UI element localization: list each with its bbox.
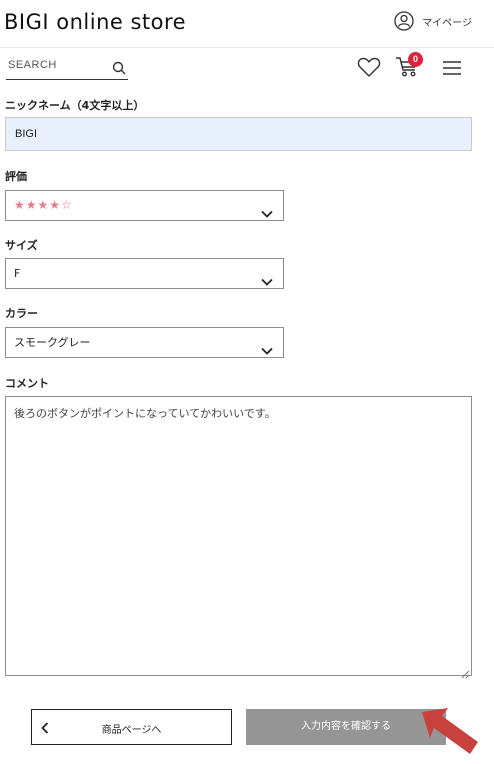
search-input[interactable] <box>8 59 108 71</box>
color-label: カラー <box>5 307 38 320</box>
rating-select[interactable]: ★★★★☆ <box>5 190 284 221</box>
heart-icon[interactable] <box>357 56 381 82</box>
nickname-input[interactable] <box>5 117 472 151</box>
rating-label: 評価 <box>5 170 27 183</box>
resize-handle-icon[interactable] <box>460 664 470 683</box>
search-icon[interactable] <box>112 60 126 79</box>
comment-textarea[interactable]: 後ろのボタンがポイントになっていてかわいいです。 <box>5 396 472 676</box>
confirm-input-button[interactable]: 入力内容を確認する <box>246 709 446 745</box>
size-value: F <box>14 267 21 280</box>
chevron-down-icon <box>261 268 273 297</box>
color-value: スモークグレー <box>14 336 91 349</box>
nickname-label: ニックネーム（4文字以上） <box>5 99 145 112</box>
back-to-product-button[interactable]: 商品ページへ <box>31 709 232 745</box>
rating-stars: ★★★★☆ <box>14 198 73 212</box>
chevron-down-icon <box>261 200 273 229</box>
pointer-arrow-icon <box>418 702 484 764</box>
comment-label: コメント <box>5 377 49 390</box>
cart-count-badge: 0 <box>408 52 423 67</box>
back-button-label: 商品ページへ <box>101 725 162 736</box>
mypage-link[interactable]: マイページ <box>394 11 472 31</box>
size-select[interactable]: F <box>5 258 284 289</box>
store-logo[interactable]: BIGI online store <box>4 10 186 34</box>
mypage-label: マイページ <box>422 17 472 29</box>
color-select[interactable]: スモークグレー <box>5 327 284 358</box>
size-label: サイズ <box>5 239 38 252</box>
user-icon <box>394 11 414 31</box>
hamburger-menu-icon[interactable] <box>443 60 461 80</box>
header: BIGI online store マイページ <box>0 0 494 48</box>
chevron-down-icon <box>261 337 273 366</box>
search-box <box>6 56 128 80</box>
